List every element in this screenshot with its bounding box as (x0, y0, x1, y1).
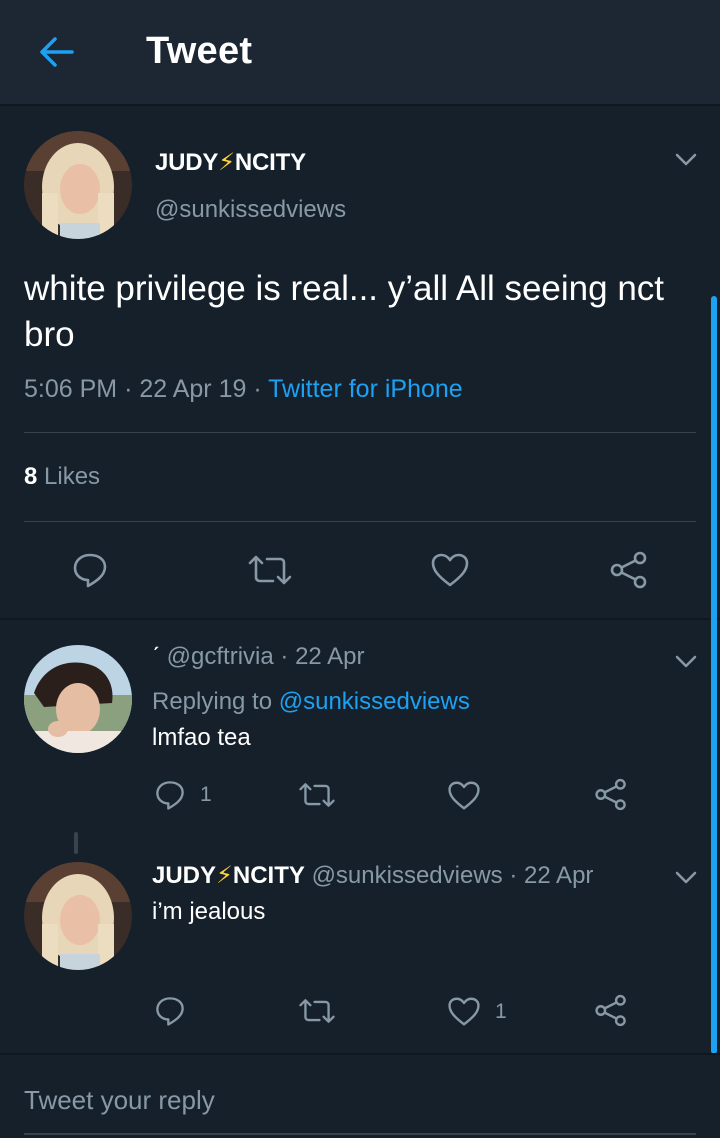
retweet-icon (299, 783, 335, 807)
speech-bubble-icon (73, 553, 107, 588)
heart-icon (448, 997, 480, 1026)
share-icon (610, 551, 647, 589)
reply-count: 1 (200, 783, 212, 806)
reply-date: 22 Apr (295, 643, 365, 670)
reply-button[interactable] (154, 995, 200, 1027)
tweet-source-link[interactable]: Twitter for iPhone (268, 375, 463, 403)
author-name[interactable]: ˊ (152, 643, 160, 670)
app-header: Tweet (0, 0, 720, 106)
retweet-icon (299, 999, 335, 1023)
reply-text: i’m jealous (152, 898, 266, 925)
replying-to: Replying to @sunkissedviews (152, 688, 470, 716)
back-button[interactable] (34, 30, 78, 74)
speech-bubble-icon (156, 781, 184, 810)
reply-header: JUDY⚡NCITY @sunkissedviews · 22 Apr (152, 861, 593, 890)
avatar[interactable] (24, 645, 132, 753)
chevron-down-icon (675, 871, 697, 884)
reply-button[interactable]: 1 (154, 779, 212, 811)
reply-button[interactable] (71, 551, 109, 589)
share-button[interactable] (609, 551, 649, 589)
separator: · (509, 862, 518, 889)
replying-to-handle-link[interactable]: @sunkissedviews (279, 688, 470, 715)
page-title: Tweet (146, 30, 253, 72)
name-text: JUDY (155, 149, 219, 176)
like-button[interactable] (430, 552, 470, 588)
compose-bar: Tweet your reply (0, 1053, 720, 1138)
name-text: NCITY (232, 862, 305, 889)
divider (0, 618, 720, 620)
like-button[interactable]: 1 (447, 996, 507, 1027)
avatar[interactable] (24, 862, 132, 970)
name-text: NCITY (234, 149, 306, 176)
name-text: JUDY (152, 862, 217, 889)
divider (24, 432, 696, 433)
chevron-down-icon (675, 153, 697, 166)
author-name[interactable]: JUDY⚡NCITY (155, 148, 306, 177)
share-icon (595, 778, 626, 811)
arrow-left-icon (40, 37, 74, 67)
tweet-text: white privilege is real... y’all All see… (24, 269, 665, 354)
author-handle[interactable]: @sunkissedviews (312, 862, 503, 889)
reply-header: ˊ @gcftrivia · 22 Apr (152, 643, 364, 671)
tweet-menu-button[interactable] (671, 863, 701, 893)
separator: · (253, 375, 262, 403)
heart-icon (448, 781, 480, 810)
likes-label: Likes (44, 463, 101, 490)
retweet-button[interactable] (247, 553, 293, 587)
separator: · (280, 643, 289, 670)
like-count: 1 (495, 999, 507, 1023)
reply-date: 22 Apr (524, 862, 594, 889)
share-button[interactable] (594, 994, 628, 1027)
author-handle[interactable]: @gcftrivia (167, 643, 274, 670)
author-handle[interactable]: @sunkissedviews (155, 196, 346, 224)
replying-to-label: Replying to (152, 688, 273, 715)
scrollbar[interactable] (711, 296, 717, 1054)
retweet-button[interactable] (298, 996, 336, 1026)
thread-connector (74, 832, 78, 854)
likes-link[interactable]: 8 Likes (24, 463, 100, 491)
like-button[interactable] (447, 780, 495, 811)
reply-text: lmfao tea (152, 724, 251, 751)
likes-count: 8 (24, 463, 38, 490)
divider (24, 521, 696, 522)
tweet-menu-button[interactable] (671, 145, 701, 175)
tweet-menu-button[interactable] (671, 647, 701, 677)
retweet-icon (248, 555, 292, 585)
retweet-button[interactable] (298, 780, 336, 810)
reply-input[interactable]: Tweet your reply (24, 1085, 215, 1116)
heart-icon (431, 553, 469, 587)
speech-bubble-icon (156, 997, 184, 1026)
tweet-date: 22 Apr 19 (139, 375, 247, 403)
lightning-emoji: ⚡ (218, 149, 235, 176)
share-icon (595, 994, 626, 1027)
tweet-meta: 5:06 PM · 22 Apr 19 · Twitter for iPhone (24, 375, 463, 404)
avatar[interactable] (24, 131, 132, 239)
chevron-down-icon (675, 655, 697, 668)
input-underline (24, 1133, 696, 1135)
share-button[interactable] (594, 778, 628, 811)
lightning-emoji: ⚡ (216, 862, 233, 889)
tweet-time: 5:06 PM (24, 375, 118, 403)
author-name[interactable]: JUDY⚡NCITY (152, 862, 305, 889)
separator: · (124, 375, 133, 403)
